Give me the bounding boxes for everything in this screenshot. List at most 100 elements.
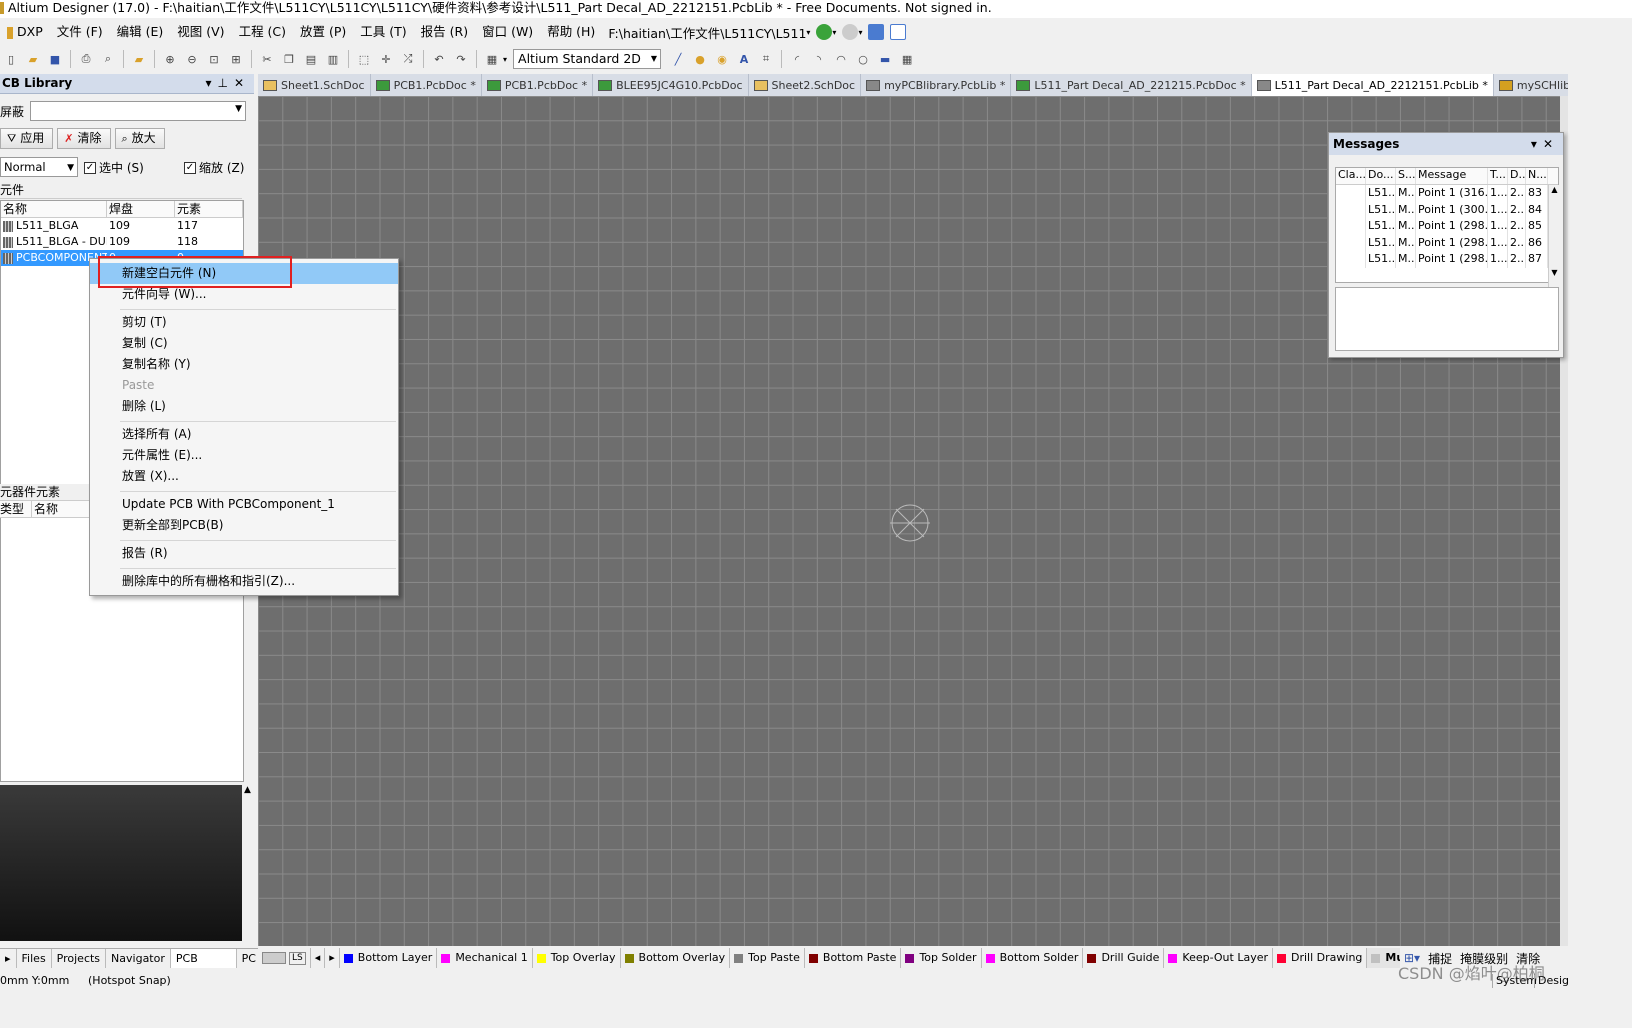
doc-tab[interactable]: Sheet1.SchDoc: [258, 74, 371, 96]
back-icon[interactable]: [816, 24, 833, 40]
place-line-icon[interactable]: ╱: [670, 51, 686, 67]
mask-input[interactable]: ▼: [30, 101, 246, 121]
place-fill-icon[interactable]: ▬: [877, 51, 893, 67]
back-dropdown-icon[interactable]: ▾: [832, 28, 836, 37]
refresh-icon[interactable]: [890, 24, 907, 40]
select-checkbox[interactable]: ✓ 选中 (S): [84, 159, 144, 176]
doc-tab[interactable]: PCB1.PcbDoc *: [482, 74, 594, 96]
layer-scroll-right-icon[interactable]: ▸: [325, 948, 340, 968]
menu-place[interactable]: 放置 (P): [293, 21, 353, 43]
menu-file[interactable]: 文件 (F): [50, 21, 110, 43]
mode-select[interactable]: Normal ▼: [0, 157, 78, 177]
zoom-area-icon[interactable]: ⊖: [184, 51, 200, 67]
doc-tab[interactable]: myPCBlibrary.PcbLib *: [861, 74, 1012, 96]
redo-icon[interactable]: ↷: [453, 51, 469, 67]
menu-reports[interactable]: 报告 (R): [414, 21, 475, 43]
layer-tab[interactable]: Top Solder: [901, 948, 982, 968]
grid-dropdown-icon[interactable]: ▾: [503, 55, 507, 64]
place-array-icon[interactable]: ▦: [899, 51, 915, 67]
table-row[interactable]: L511_BLGA - DUPLI 109 118: [1, 234, 243, 250]
menu-cut[interactable]: 剪切 (T): [90, 312, 398, 333]
tab-files[interactable]: Files: [17, 949, 52, 968]
tab-pcb-library[interactable]: PCB Library: [170, 949, 237, 985]
doc-tab[interactable]: L511_Part Decal_AD_221215.PcbDoc *: [1011, 74, 1252, 96]
panel-menu-icon[interactable]: ▾: [1531, 137, 1543, 151]
menu-place[interactable]: 放置 (X)...: [90, 466, 398, 487]
layer-set-box[interactable]: LS: [258, 948, 311, 968]
menu-copy[interactable]: 复制 (C): [90, 333, 398, 354]
menu-component-properties[interactable]: 元件属性 (E)...: [90, 445, 398, 466]
message-row[interactable]: L51... M... Point 1 (316... 1... 2... 83: [1336, 185, 1558, 202]
place-via-icon[interactable]: ◉: [714, 51, 730, 67]
tab-projects[interactable]: Projects: [52, 949, 107, 968]
grid-icon[interactable]: ▦: [484, 51, 500, 67]
message-row[interactable]: L51... M... Point 1 (298... 1... 2... 86: [1336, 234, 1558, 251]
cut-icon[interactable]: ✂: [259, 51, 275, 67]
rubber-stamp-icon[interactable]: ▥: [325, 51, 341, 67]
menu-delete-grids-guides[interactable]: 删除库中的所有栅格和指引(Z)...: [90, 571, 398, 592]
layer-set-ls[interactable]: LS: [289, 951, 306, 965]
message-row[interactable]: L51... M... Point 1 (300... 1... 2... 84: [1336, 201, 1558, 218]
col-primitives[interactable]: 元素: [175, 201, 243, 217]
full-circle-icon[interactable]: ○: [855, 51, 871, 67]
open-folder-icon[interactable]: ▰: [25, 51, 41, 67]
col-type[interactable]: 类型: [0, 501, 32, 517]
menu-update-all-pcb[interactable]: 更新全部到PCB(B): [90, 515, 398, 536]
layer-tab[interactable]: Bottom Paste: [805, 948, 902, 968]
view-config-select[interactable]: Altium Standard 2D ▼: [513, 49, 662, 69]
pin-icon[interactable]: ⊥: [217, 76, 233, 90]
print-icon[interactable]: ⎙: [78, 51, 94, 67]
arc-any-icon[interactable]: ◠: [833, 51, 849, 67]
clear-button[interactable]: ✗ 清除: [57, 128, 111, 149]
menu-project[interactable]: 工程 (C): [232, 21, 293, 43]
layer-tab[interactable]: Drill Drawing: [1273, 948, 1368, 968]
message-row[interactable]: L51... M... Point 1 (298... 1... 2... 87: [1336, 251, 1558, 268]
close-icon[interactable]: ✕: [234, 76, 250, 90]
place-string-icon[interactable]: A: [736, 51, 752, 67]
zoom-selected-icon[interactable]: ⊡: [206, 51, 222, 67]
path-dropdown-icon[interactable]: ▾: [806, 28, 810, 37]
print-preview-icon[interactable]: ⌕: [100, 51, 116, 67]
message-row[interactable]: L51... M... Point 1 (298... 1... 2... 85: [1336, 218, 1558, 235]
doc-tab[interactable]: L511_Part Decal_AD_2212151.PcbLib *: [1251, 74, 1494, 96]
table-row[interactable]: L511_BLGA 109 117: [1, 218, 243, 234]
forward-icon[interactable]: [842, 24, 859, 40]
menu-edit[interactable]: 编辑 (E): [110, 21, 171, 43]
doc-tab[interactable]: Sheet2.SchDoc: [749, 74, 862, 96]
layer-tab[interactable]: Top Paste: [730, 948, 805, 968]
menu-select-all[interactable]: 选择所有 (A): [90, 424, 398, 445]
panel-menu-icon[interactable]: ▾: [205, 76, 217, 90]
col-pads[interactable]: 焊盘: [107, 201, 175, 217]
col-document[interactable]: Do...: [1366, 168, 1396, 184]
layer-tab[interactable]: Bottom Overlay: [621, 948, 731, 968]
layer-scroll-left-icon[interactable]: ◂: [311, 948, 326, 968]
open-project-icon[interactable]: ▰: [131, 51, 147, 67]
col-source[interactable]: S...: [1396, 168, 1416, 184]
home-icon[interactable]: [868, 24, 885, 40]
zoom-fit-icon[interactable]: ⊕: [162, 51, 178, 67]
place-pad-icon[interactable]: ●: [692, 51, 708, 67]
close-icon[interactable]: ✕: [1543, 137, 1559, 151]
copy-icon[interactable]: ❐: [281, 51, 297, 67]
col-time[interactable]: T...: [1488, 168, 1508, 184]
zoom-button[interactable]: ⌕ 放大: [114, 128, 165, 149]
select-area-icon[interactable]: ⬚: [356, 51, 372, 67]
deselect-icon[interactable]: ⤮: [400, 51, 416, 67]
messages-scrollbar[interactable]: ▲ ▼: [1548, 185, 1560, 299]
layer-tab[interactable]: Drill Guide: [1083, 948, 1165, 968]
layer-tab[interactable]: Mechanical 1: [437, 948, 533, 968]
layer-tab[interactable]: Top Overlay: [533, 948, 621, 968]
menu-update-pcb[interactable]: Update PCB With PCBComponent_1: [90, 494, 398, 515]
panel-tabs-scroll-icon[interactable]: ▸: [0, 949, 17, 968]
zoom-checkbox[interactable]: ✓ 缩放 (Z): [184, 159, 244, 176]
menu-copy-name[interactable]: 复制名称 (Y): [90, 354, 398, 375]
menu-window[interactable]: 窗口 (W): [475, 21, 540, 43]
layer-tab[interactable]: Keep-Out Layer: [1164, 948, 1273, 968]
move-icon[interactable]: ✛: [378, 51, 394, 67]
layer-tab[interactable]: Bottom Layer: [340, 948, 438, 968]
col-prim-name[interactable]: 名称: [32, 501, 90, 517]
menu-view[interactable]: 视图 (V): [170, 21, 231, 43]
col-message[interactable]: Message: [1416, 168, 1488, 184]
layer-tab[interactable]: Bottom Solder: [982, 948, 1084, 968]
zoom-filtered-icon[interactable]: ⊞: [228, 51, 244, 67]
